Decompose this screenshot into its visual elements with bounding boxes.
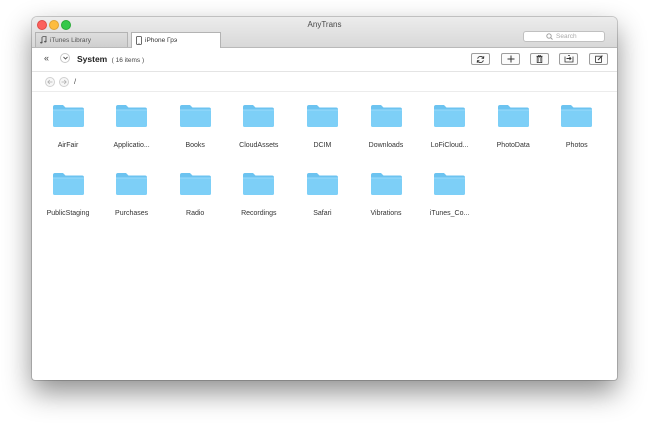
export-button[interactable] [559,53,578,65]
folder-name-label: Photos [565,142,588,149]
folder-title: System ( 16 items ) [77,54,144,64]
folder-item[interactable]: Recordings [228,172,290,217]
delete-button[interactable] [530,53,549,65]
tab-itunes-library[interactable]: iTunes Library [35,32,128,47]
folder-name-label: Safari [313,210,332,217]
folder-icon [434,105,466,127]
plus-icon [507,55,514,63]
folder-name: System [77,54,108,64]
forward-button[interactable] [59,77,69,87]
back-button[interactable] [45,77,55,87]
edit-button[interactable] [589,53,608,65]
folder-item[interactable]: Purchases [101,172,163,217]
refresh-button[interactable] [471,53,490,65]
app-title: AnyTrans [307,20,342,29]
folder-icon [52,173,84,195]
folder-icon [116,173,148,195]
folder-name-label: PublicStaging [46,210,90,217]
folder-item[interactable]: Downloads [355,104,417,149]
folder-item[interactable]: Applicatio... [101,104,163,149]
folder-icon [306,173,338,195]
folder-item[interactable]: Photos [546,104,608,149]
folder-item[interactable]: Books [164,104,226,149]
export-icon [564,55,573,63]
tab-iphone[interactable]: iPhone Грэ [131,32,221,48]
arrow-right-icon [61,79,67,85]
folder-item[interactable]: PhotoData [482,104,544,149]
folder-name-label: iTunes_Co... [429,210,470,217]
folder-icon [306,105,338,127]
path-bar: / [32,72,617,92]
folder-item[interactable]: CloudAssets [228,104,290,149]
folder-name-label: Recordings [241,210,277,217]
folder-name-label: CloudAssets [239,142,279,149]
folder-name-label: LoFiCloud... [430,142,469,149]
folder-icon [52,105,84,127]
folder-icon [370,173,402,195]
folder-item[interactable]: Vibrations [355,172,417,217]
current-path: / [74,77,77,86]
folder-name-label: Downloads [368,142,404,149]
folder-icon [243,105,275,127]
folder-item[interactable]: PublicStaging [37,172,99,217]
refresh-icon [476,55,485,63]
folder-name-label: Applicatio... [113,142,150,149]
folder-grid: AirFair Applicatio... Books CloudAssets DCIM… [32,91,617,380]
folder-name-label: Vibrations [370,210,402,217]
chevron-down-icon [62,56,68,60]
folder-icon [116,105,148,127]
music-note-icon [40,36,47,44]
folder-icon [243,173,275,195]
folder-item[interactable]: AirFair [37,104,99,149]
collapse-sidebar-icon[interactable]: « [44,54,49,63]
search-box[interactable] [523,31,605,42]
search-input[interactable] [556,33,594,40]
folder-name-label: DCIM [313,142,332,149]
folder-icon [179,173,211,195]
title-bar: AnyTrans iTunes Library iPhone Грэ [32,17,617,48]
folder-name-label: Books [185,142,205,149]
folder-item[interactable]: DCIM [291,104,353,149]
folder-name-label: PhotoData [496,142,530,149]
trash-icon [536,55,543,63]
folder-item[interactable]: iTunes_Co... [419,172,481,217]
folder-name-label: Purchases [115,210,149,217]
folder-icon [561,105,593,127]
folder-name-label: AirFair [57,142,79,149]
folder-icon [179,105,211,127]
item-count: ( 16 items ) [111,57,145,64]
tab-label: iPhone Грэ [145,37,178,44]
arrow-left-icon [47,79,53,85]
edit-icon [594,55,603,63]
folder-item[interactable]: LoFiCloud... [419,104,481,149]
search-icon [546,33,553,40]
tab-label: iTunes Library [50,36,91,44]
add-button[interactable] [501,53,520,65]
folder-dropdown-button[interactable] [60,53,70,63]
folder-name-label: Radio [186,210,205,217]
toolbar: « System ( 16 items ) [32,48,617,72]
folder-icon [497,105,529,127]
folder-item[interactable]: Safari [291,172,353,217]
folder-icon [434,173,466,195]
app-window: AnyTrans iTunes Library iPhone Грэ Searc… [32,17,617,380]
folder-icon [370,105,402,127]
folder-item[interactable]: Radio [164,172,226,217]
iphone-icon [136,36,142,45]
